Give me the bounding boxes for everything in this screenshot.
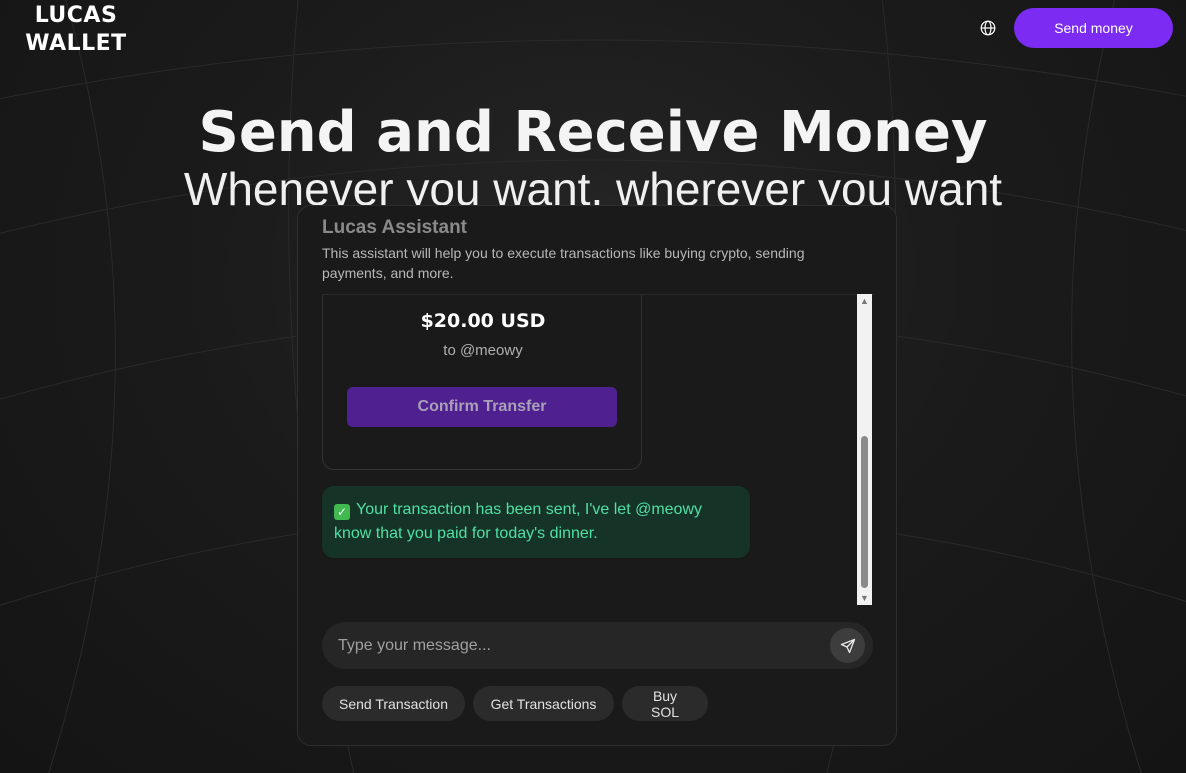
assistant-description: This assistant will help you to execute … (322, 245, 805, 281)
page: LUCAS WALLET Send money Send and Receive… (0, 0, 1186, 773)
check-mark-icon: ✓ (334, 504, 350, 520)
chat-scrollbar[interactable]: ▲ ▼ (857, 294, 872, 605)
chat-messages[interactable]: $20.00 USD to @meowy Confirm Transfer ✓ Y… (322, 294, 874, 606)
transfer-card: $20.00 USD to @meowy Confirm Transfer (322, 295, 642, 470)
transfer-amount: $20.00 USD (420, 310, 546, 332)
confirm-transfer-button[interactable]: Confirm Transfer (347, 387, 617, 427)
assistant-title: Lucas Assistant (322, 217, 468, 238)
chip-buy-sol[interactable]: Buy SOL (622, 686, 708, 721)
scroll-up-arrow[interactable]: ▲ (857, 294, 872, 308)
success-message: ✓ Your transaction has been sent, I've le… (322, 486, 750, 558)
language-button[interactable] (976, 16, 1000, 40)
scroll-thumb[interactable] (861, 436, 868, 588)
transfer-recipient: to @meowy (443, 342, 523, 359)
success-message-text: Your transaction has been sent, I've let… (334, 501, 703, 542)
chip-get-transactions[interactable]: Get Transactions (473, 686, 614, 721)
paper-plane-icon (840, 638, 855, 653)
send-money-button[interactable]: Send money (1014, 8, 1173, 48)
wallet-logo[interactable]: LUCAS WALLET (20, 2, 132, 58)
assistant-panel: Lucas Assistant This assistant will help… (297, 205, 897, 746)
message-composer (322, 622, 873, 669)
globe-icon (980, 20, 996, 36)
scroll-down-arrow[interactable]: ▼ (857, 591, 872, 605)
chip-send-transaction[interactable]: Send Transaction (322, 686, 465, 721)
message-input[interactable] (338, 622, 818, 669)
send-message-button[interactable] (830, 628, 865, 663)
hero-title: Send and Receive Money (198, 100, 988, 165)
